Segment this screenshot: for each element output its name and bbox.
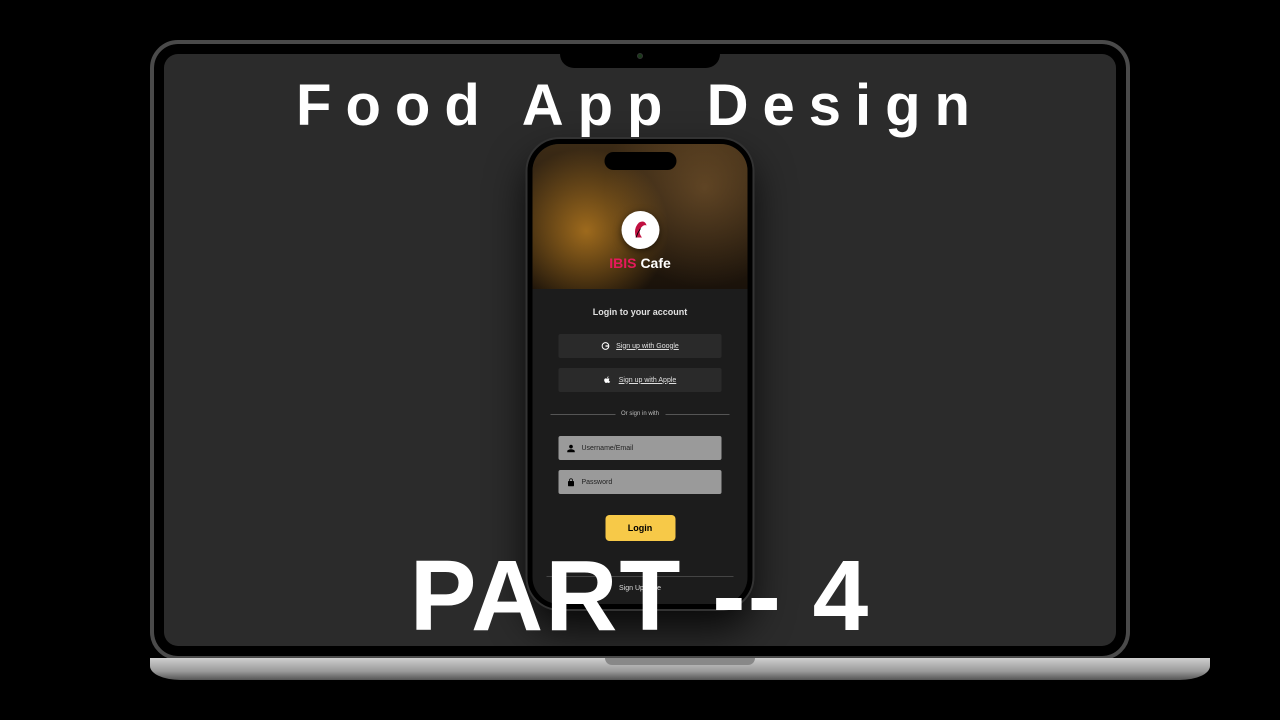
signup-apple-button[interactable]: Sign up with Apple: [559, 368, 722, 392]
apple-icon: [604, 376, 612, 384]
brand-rest: Cafe: [640, 255, 670, 271]
title-bottom: PART -- 4: [154, 546, 1126, 646]
laptop-mockup: Food App Design IBISCafe: [150, 40, 1130, 680]
divider-line-right: [665, 414, 730, 415]
divider: Or sign in with: [551, 411, 730, 417]
title-top: Food App Design: [154, 72, 1126, 139]
brand-accent: IBIS: [609, 255, 636, 271]
app-screen: IBISCafe Login to your account Sign up w…: [533, 144, 748, 604]
brand-name: IBISCafe: [609, 255, 671, 271]
lock-icon: [567, 478, 576, 487]
phone-mockup: IBISCafe Login to your account Sign up w…: [528, 139, 753, 609]
password-placeholder: Password: [582, 479, 613, 486]
username-field[interactable]: Username/Email: [559, 436, 722, 460]
divider-text: Or sign in with: [621, 411, 659, 417]
login-heading: Login to your account: [547, 307, 734, 317]
user-icon: [567, 444, 576, 453]
laptop-camera-icon: [637, 53, 643, 59]
apple-button-label: Sign up with Apple: [619, 377, 677, 384]
google-icon: [601, 342, 609, 350]
laptop-base: [150, 658, 1210, 680]
laptop-notch: [560, 44, 720, 68]
login-button[interactable]: Login: [605, 515, 675, 541]
ibis-logo-icon: [621, 211, 659, 249]
username-placeholder: Username/Email: [582, 445, 634, 452]
password-field[interactable]: Password: [559, 470, 722, 494]
google-button-label: Sign up with Google: [616, 343, 679, 350]
divider-line-left: [551, 414, 616, 415]
phone-notch: [604, 152, 676, 170]
laptop-screen: Food App Design IBISCafe: [150, 40, 1130, 660]
signup-google-button[interactable]: Sign up with Google: [559, 334, 722, 358]
